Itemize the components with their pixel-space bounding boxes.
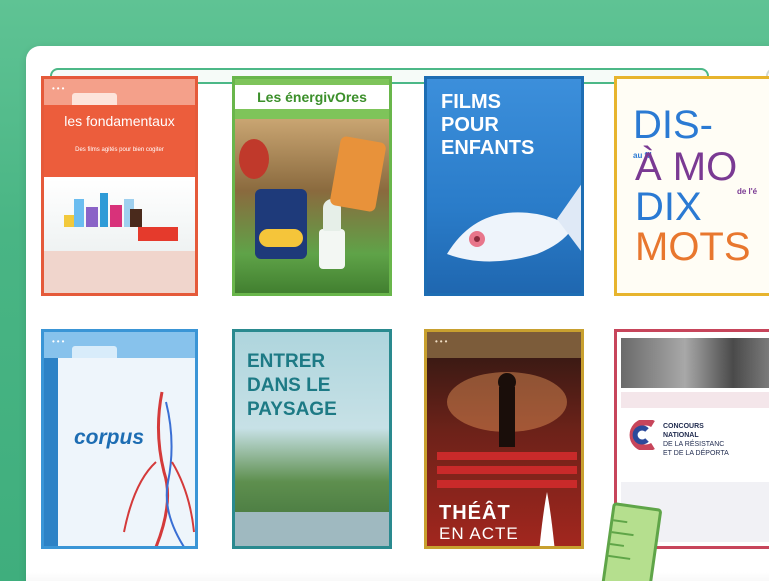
anatomy-illustration <box>123 391 195 546</box>
tile-subtitle: Des films agités pour bien cogiter <box>44 145 195 177</box>
photo-strip <box>621 338 769 388</box>
tile-dis-moi-dix-mots[interactable]: DIS- au fil À MO de l'é DIX MOTS <box>614 76 769 296</box>
tile-films-pour-enfants[interactable]: FILMS POUR ENFANTS <box>424 76 584 296</box>
tile-title: THÉÂT <box>439 502 511 524</box>
tile-corpus[interactable]: ••• corpus <box>41 329 198 549</box>
tile-title: les fondamentaux <box>44 105 195 145</box>
tile-title: ENTRER DANS LE PAYSAGE <box>247 351 337 420</box>
tile-les-fondamentaux[interactable]: ••• les fondamentaux Des films agités po… <box>41 76 198 296</box>
tile-title: Les énergivOres <box>235 85 389 109</box>
crn-logo-icon <box>629 420 655 450</box>
tablet-character <box>255 189 307 259</box>
tile-les-energivores[interactable]: Les énergivOres <box>232 76 392 296</box>
tile-subtitle: EN ACTE <box>439 524 519 543</box>
fish-illustration <box>447 184 581 262</box>
illustration <box>44 179 195 254</box>
tile-entrer-dans-le-paysage[interactable]: ENTRER DANS LE PAYSAGE <box>232 329 392 549</box>
tile-theatre-en-acte[interactable]: ••• THÉÂT EN ACTE <box>424 329 584 549</box>
bulb-character <box>319 229 345 269</box>
